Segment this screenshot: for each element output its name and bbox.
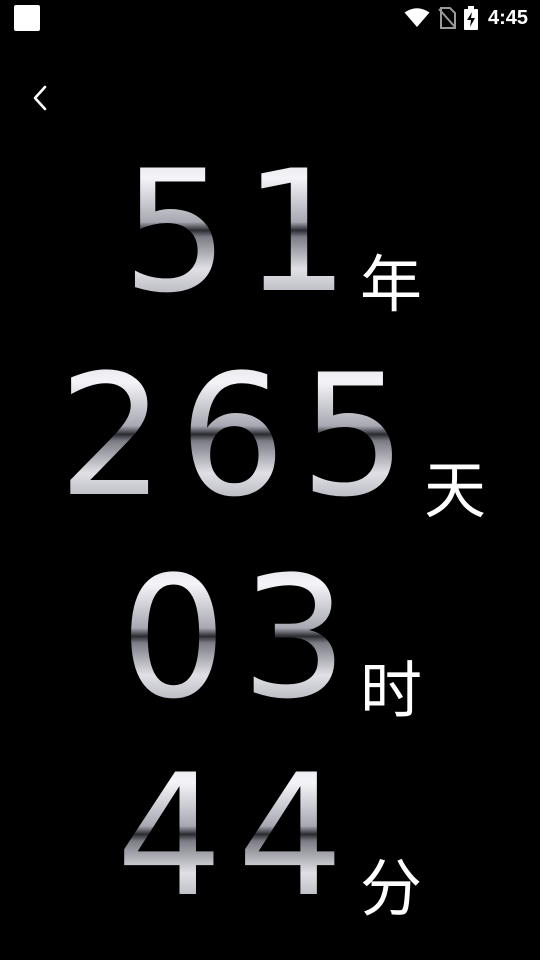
back-button[interactable] [22, 80, 58, 116]
minutes-value: 44 [116, 738, 358, 934]
status-bar: 4:45 [0, 0, 540, 36]
years-value: 51 [122, 134, 364, 330]
wifi-icon [404, 8, 430, 28]
no-sim-icon [438, 7, 456, 29]
minutes-unit: 分 [360, 852, 423, 925]
days-row: 265 天 [0, 352, 540, 532]
days-value: 265 [58, 338, 421, 534]
hours-unit: 时 [360, 654, 423, 727]
years-unit: 年 [360, 248, 423, 321]
hours-row: 03 时 [0, 554, 540, 734]
years-row: 51 年 [0, 148, 540, 328]
minutes-row: 44 分 [0, 752, 540, 942]
days-unit: 天 [424, 454, 487, 527]
chevron-left-icon [33, 85, 47, 111]
hours-value: 03 [120, 540, 362, 736]
status-icons: 4:45 [404, 4, 528, 32]
app-notification-icon [14, 5, 40, 31]
status-clock: 4:45 [487, 6, 528, 29]
countdown-screen: 4:45 51 年 265 天 03 时 44 分 [0, 0, 540, 960]
battery-charging-icon [463, 6, 478, 30]
